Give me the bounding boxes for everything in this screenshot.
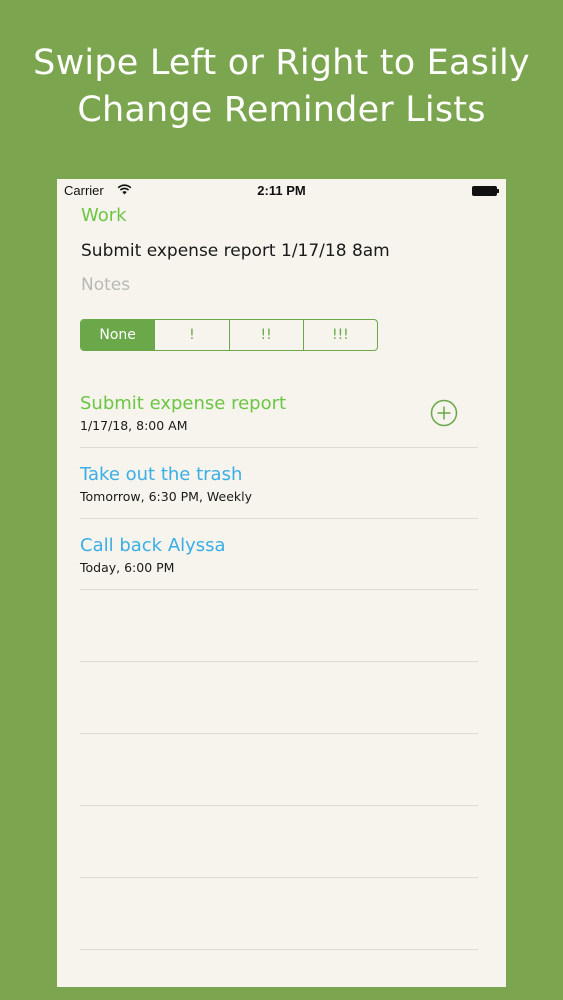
reminder-due: Today, 6:00 PM <box>80 560 175 575</box>
list-name[interactable]: Work <box>81 205 127 226</box>
headline-line-1: Swipe Left or Right to Easily <box>33 43 530 83</box>
priority-none-segment[interactable]: None <box>81 320 155 350</box>
priority-medium-segment[interactable]: !! <box>228 320 303 350</box>
battery-icon <box>472 186 499 196</box>
empty-row <box>80 806 478 878</box>
reminder-title: Take out the trash <box>80 464 243 485</box>
reminder-row[interactable]: Submit expense report 1/17/18, 8:00 AM <box>80 377 478 448</box>
notes-field[interactable]: Notes <box>81 275 130 295</box>
reminder-title: Call back Alyssa <box>80 535 226 556</box>
priority-selector[interactable]: None ! !! !!! <box>80 319 378 351</box>
status-time: 2:11 PM <box>257 183 306 198</box>
status-bar: Carrier 2:11 PM <box>57 179 506 201</box>
headline: Swipe Left or Right to Easily Change Rem… <box>0 40 563 134</box>
add-circle-icon[interactable] <box>430 399 458 427</box>
reminder-row[interactable]: Call back Alyssa Today, 6:00 PM <box>80 519 478 590</box>
headline-line-2: Change Reminder Lists <box>77 90 486 130</box>
empty-row <box>80 590 478 662</box>
reminder-row[interactable]: Take out the trash Tomorrow, 6:30 PM, We… <box>80 448 478 519</box>
empty-row <box>80 734 478 806</box>
reminder-title-field[interactable]: Submit expense report 1/17/18 8am <box>81 241 390 261</box>
priority-high-segment[interactable]: !!! <box>302 320 377 350</box>
phone-screen: Carrier 2:11 PM Work Submit expense repo… <box>57 179 506 987</box>
reminder-due: 1/17/18, 8:00 AM <box>80 418 188 433</box>
empty-row <box>80 662 478 734</box>
empty-row <box>80 878 478 950</box>
reminder-title: Submit expense report <box>80 393 287 414</box>
reminder-list: Submit expense report 1/17/18, 8:00 AM T… <box>80 377 478 950</box>
reminder-due: Tomorrow, 6:30 PM, Weekly <box>80 489 253 504</box>
priority-low-segment[interactable]: ! <box>154 320 228 350</box>
